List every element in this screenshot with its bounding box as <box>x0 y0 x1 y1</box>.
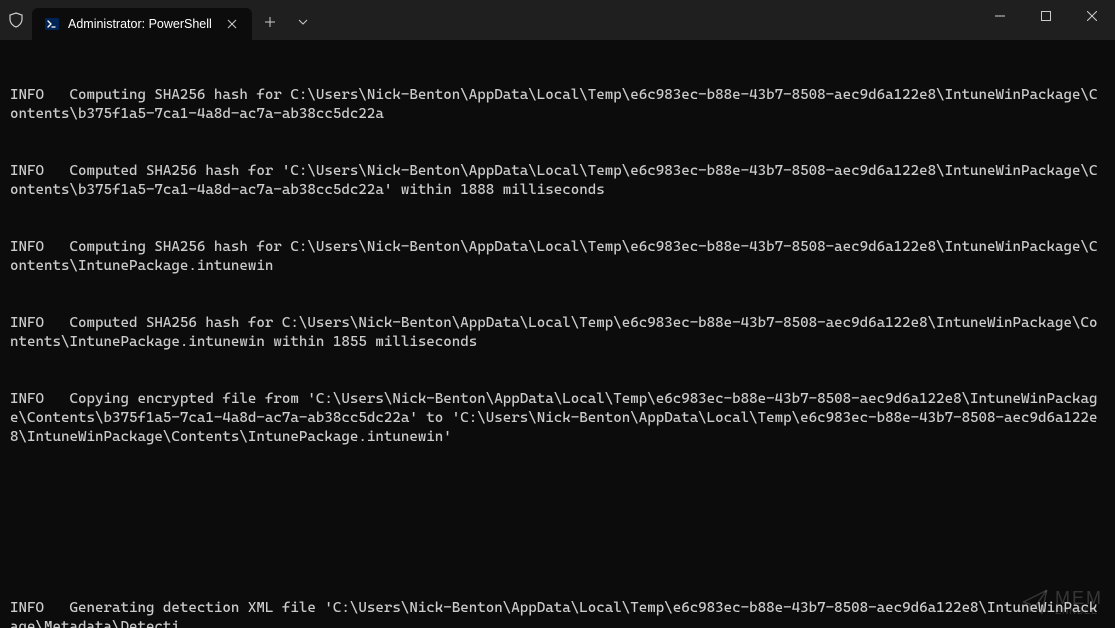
log-line: INFO Computing SHA256 hash for C:\Users\… <box>10 86 1105 124</box>
titlebar-left: Administrator: PowerShell <box>0 0 318 40</box>
shield-icon <box>0 12 32 28</box>
watermark: MEM ENNBEE <box>1021 588 1103 616</box>
watermark-bottom: ENNBEE <box>1055 607 1103 616</box>
blank-line <box>10 542 1105 561</box>
tab-powershell[interactable]: Administrator: PowerShell <box>32 8 252 40</box>
log-line: INFO Computed SHA256 hash for 'C:\Users\… <box>10 162 1105 200</box>
close-icon[interactable] <box>224 16 240 32</box>
blank-line <box>10 485 1105 504</box>
log-line: INFO Computed SHA256 hash for C:\Users\N… <box>10 314 1105 352</box>
log-line: INFO Computing SHA256 hash for C:\Users\… <box>10 238 1105 276</box>
maximize-button[interactable] <box>1023 0 1069 32</box>
tab-dropdown-button[interactable] <box>288 6 318 38</box>
new-tab-button[interactable] <box>252 6 288 38</box>
window-controls <box>977 0 1115 40</box>
paper-plane-icon <box>1021 588 1049 616</box>
watermark-top: MEM <box>1055 589 1103 607</box>
terminal-output[interactable]: INFO Computing SHA256 hash for C:\Users\… <box>0 40 1115 628</box>
minimize-button[interactable] <box>977 0 1023 32</box>
log-line: INFO Copying encrypted file from 'C:\Use… <box>10 390 1105 447</box>
tab-title: Administrator: PowerShell <box>68 17 216 31</box>
watermark-text: MEM ENNBEE <box>1055 589 1103 616</box>
powershell-icon <box>44 16 60 32</box>
titlebar: Administrator: PowerShell <box>0 0 1115 40</box>
log-line: INFO Generating detection XML file 'C:\U… <box>10 599 1105 628</box>
close-window-button[interactable] <box>1069 0 1115 32</box>
